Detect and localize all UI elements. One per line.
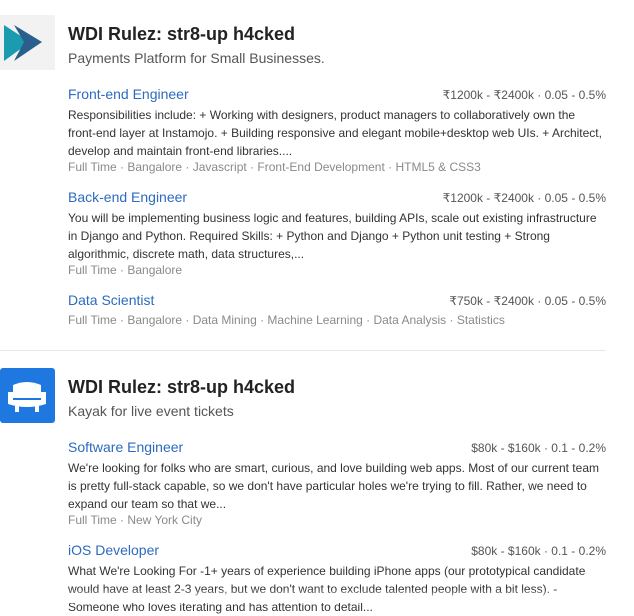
company-logo[interactable] bbox=[0, 15, 55, 70]
company-name[interactable]: WDI Rulez: str8-up h4cked bbox=[68, 377, 295, 398]
job-title-link[interactable]: Back-end Engineer bbox=[68, 189, 187, 205]
job-title-link[interactable]: iOS Developer bbox=[68, 542, 159, 558]
job-tags: Full Time · Bangalore · Data Mining · Ma… bbox=[68, 313, 505, 327]
job-compensation: ₹1200k - ₹2400k · 0.05 - 0.5% bbox=[442, 88, 606, 102]
job-tags: Full Time · Bangalore bbox=[68, 263, 183, 277]
company-tagline: Payments Platform for Small Businesses. bbox=[68, 50, 325, 66]
job-compensation: ₹1200k - ₹2400k · 0.05 - 0.5% bbox=[442, 191, 606, 205]
job-title-link[interactable]: Front-end Engineer bbox=[68, 86, 189, 102]
company-tagline: Kayak for live event tickets bbox=[68, 403, 234, 419]
job-tags: Full Time · New York City bbox=[68, 513, 203, 527]
job-compensation: $80k - $160k · 0.1 - 0.2% bbox=[471, 441, 606, 455]
job-compensation: ₹750k - ₹2400k · 0.05 - 0.5% bbox=[449, 294, 606, 308]
job-compensation: $80k - $160k · 0.1 - 0.2% bbox=[471, 544, 606, 558]
instamojo-logo-icon bbox=[4, 25, 42, 61]
company-divider bbox=[0, 350, 606, 351]
bottom-fade bbox=[0, 589, 634, 603]
seat-logo-icon bbox=[8, 382, 46, 412]
job-description: Responsibilities include: + Working with… bbox=[68, 108, 602, 158]
job-description: We're looking for folks who are smart, c… bbox=[68, 461, 599, 511]
job-tags: Full Time · Bangalore · Javascript · Fro… bbox=[68, 160, 481, 174]
job-description: You will be implementing business logic … bbox=[68, 211, 597, 261]
job-title-link[interactable]: Software Engineer bbox=[68, 439, 183, 455]
company-logo[interactable] bbox=[0, 368, 55, 423]
job-title-link[interactable]: Data Scientist bbox=[68, 292, 154, 308]
company-name[interactable]: WDI Rulez: str8-up h4cked bbox=[68, 24, 295, 45]
